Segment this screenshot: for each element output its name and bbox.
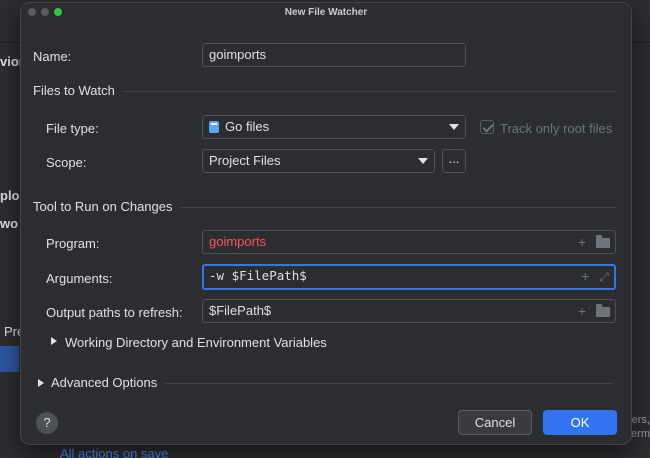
bg-label-2: plo <box>0 188 20 203</box>
program-field-actions: + <box>576 231 610 253</box>
output-paths-value: $FilePath$ <box>209 303 272 318</box>
chevron-down-icon <box>418 158 428 164</box>
chevron-right-icon[interactable] <box>51 337 57 345</box>
go-file-icon <box>209 121 219 133</box>
file-type-value: Go files <box>225 119 270 134</box>
expand-icon[interactable]: ⤢ <box>599 267 609 287</box>
arguments-field[interactable]: -w $FilePath$ + ⤢ <box>202 264 616 290</box>
scope-select[interactable]: Project Files <box>202 149 435 173</box>
plus-icon[interactable]: + <box>576 231 588 253</box>
new-file-watcher-dialog: New File Watcher Name: goimports Files t… <box>20 2 632 445</box>
files-to-watch-title: Files to Watch <box>33 83 123 98</box>
program-label: Program: <box>46 236 100 251</box>
tool-section-title: Tool to Run on Changes <box>33 199 181 214</box>
all-actions-on-save-link[interactable]: All actions on save <box>60 446 168 458</box>
output-paths-field[interactable]: $FilePath$ + <box>202 299 616 323</box>
help-button[interactable]: ? <box>36 412 58 434</box>
arguments-label: Arguments: <box>46 271 113 286</box>
dialog-title: New File Watcher <box>284 7 368 18</box>
output-paths-label: Output paths to refresh: <box>46 305 183 320</box>
advanced-options-section[interactable]: Advanced Options <box>35 375 613 391</box>
chevron-right-icon[interactable] <box>38 379 44 387</box>
bg-right-fragment-1: ers, <box>631 414 650 426</box>
scope-value: Project Files <box>209 153 281 168</box>
dialog-titlebar: New File Watcher <box>21 3 631 23</box>
folder-icon[interactable] <box>596 235 610 248</box>
files-to-watch-section: Files to Watch <box>33 83 616 99</box>
arguments-value: -w $FilePath$ <box>209 268 307 283</box>
program-field[interactable]: goimports + <box>202 230 616 254</box>
track-root-label: Track only root files <box>500 121 613 136</box>
file-type-select[interactable]: Go files <box>202 115 466 139</box>
scope-label: Scope: <box>46 155 87 170</box>
file-type-label: File type: <box>46 121 99 136</box>
plus-icon[interactable]: + <box>579 266 591 286</box>
chevron-down-icon <box>449 124 459 130</box>
program-value: goimports <box>209 234 267 249</box>
advanced-options-label[interactable]: Advanced Options <box>35 375 166 390</box>
cancel-button[interactable]: Cancel <box>458 410 532 435</box>
track-root-checkbox[interactable] <box>480 120 494 134</box>
scope-browse-button[interactable]: ... <box>442 149 466 173</box>
output-field-actions: + <box>576 300 610 322</box>
ok-button[interactable]: OK <box>543 410 617 435</box>
plus-icon[interactable]: + <box>576 300 588 322</box>
tool-section: Tool to Run on Changes <box>33 199 616 215</box>
arguments-field-actions: + ⤢ <box>579 266 609 287</box>
working-directory-toggle[interactable]: Working Directory and Environment Variab… <box>65 335 327 350</box>
folder-icon[interactable] <box>596 304 610 317</box>
bg-label-3: wo <box>0 216 19 231</box>
name-label: Name: <box>33 49 72 64</box>
bg-selected-item <box>0 346 19 372</box>
name-field[interactable]: goimports <box>202 43 466 67</box>
